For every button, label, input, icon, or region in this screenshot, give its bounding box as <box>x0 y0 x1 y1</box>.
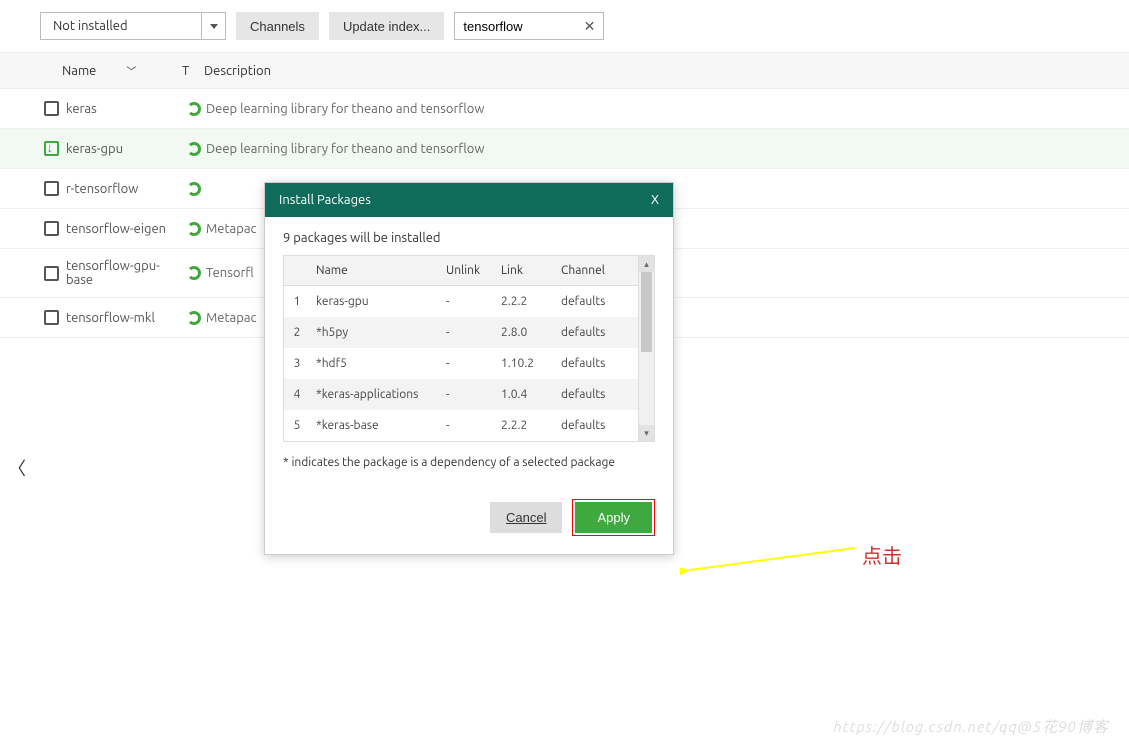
row-index: 3 <box>284 348 310 379</box>
scroll-down-icon[interactable]: ▾ <box>639 425 654 441</box>
col-name: Name <box>310 256 440 286</box>
install-packages-dialog: Install Packages X 9 packages will be in… <box>264 182 674 555</box>
header-description[interactable]: Description <box>204 64 1089 78</box>
row-name: *keras-base <box>310 410 440 441</box>
collapse-chevron-icon[interactable]: 〈 <box>8 455 26 481</box>
dialog-body: 9 packages will be installed Name Unlink… <box>265 217 673 554</box>
package-description: Deep learning library for theano and ten… <box>206 142 1089 156</box>
scroll-up-icon[interactable]: ▴ <box>639 256 654 272</box>
header-name[interactable]: Name ﹀ <box>62 63 182 78</box>
loading-spinner-icon <box>182 266 206 280</box>
channels-button[interactable]: Channels <box>236 12 319 40</box>
loading-spinner-icon <box>182 182 206 196</box>
row-unlink: - <box>440 379 495 410</box>
col-index <box>284 256 310 286</box>
package-name: keras-gpu <box>62 142 182 156</box>
row-index: 1 <box>284 286 310 318</box>
dialog-buttons: Cancel Apply <box>283 499 655 536</box>
package-checkbox[interactable] <box>40 101 62 116</box>
package-checkbox[interactable] <box>40 181 62 196</box>
dialog-table-row[interactable]: 4*keras-applications-1.0.4defaults <box>284 379 654 410</box>
row-link: 1.0.4 <box>495 379 555 410</box>
package-checkbox[interactable] <box>40 221 62 236</box>
filter-label: Not installed <box>41 19 201 33</box>
sort-chevron-icon[interactable]: ﹀ <box>126 63 136 78</box>
dependency-note: * indicates the package is a dependency … <box>283 456 655 469</box>
apply-button[interactable]: Apply <box>575 502 652 533</box>
row-name: *hdf5 <box>310 348 440 379</box>
package-row[interactable]: keras Deep learning library for theano an… <box>0 89 1129 129</box>
col-unlink: Unlink <box>440 256 495 286</box>
package-name: tensorflow-eigen <box>62 222 182 236</box>
dialog-table-row[interactable]: 2*h5py-2.8.0defaults <box>284 317 654 348</box>
clear-icon[interactable]: ✕ <box>584 18 596 35</box>
header-name-label: Name <box>62 64 96 78</box>
row-index: 4 <box>284 379 310 410</box>
row-name: *h5py <box>310 317 440 348</box>
col-link: Link <box>495 256 555 286</box>
row-name: keras-gpu <box>310 286 440 318</box>
package-name: tensorflow-mkl <box>62 311 182 325</box>
search-box[interactable]: ✕ <box>454 12 604 40</box>
row-unlink: - <box>440 317 495 348</box>
package-name: r-tensorflow <box>62 182 182 196</box>
cancel-button[interactable]: Cancel <box>490 502 562 533</box>
row-unlink: - <box>440 348 495 379</box>
package-row[interactable]: keras-gpu Deep learning library for thean… <box>0 129 1129 169</box>
row-unlink: - <box>440 286 495 318</box>
dialog-table: Name Unlink Link Channel 1keras-gpu-2.2.… <box>284 256 654 441</box>
row-link: 1.10.2 <box>495 348 555 379</box>
filter-dropdown[interactable]: Not installed <box>40 12 226 40</box>
dialog-table-row[interactable]: 3*hdf5-1.10.2defaults <box>284 348 654 379</box>
loading-spinner-icon <box>182 102 206 116</box>
row-link: 2.2.2 <box>495 286 555 318</box>
row-name: *keras-applications <box>310 379 440 410</box>
dialog-table-row[interactable]: 5*keras-base-2.2.2defaults <box>284 410 654 441</box>
package-checkbox[interactable] <box>40 310 62 325</box>
annotation-text: 点击 <box>862 540 902 569</box>
dialog-titlebar: Install Packages X <box>265 183 673 217</box>
loading-spinner-icon <box>182 222 206 236</box>
package-description: Deep learning library for theano and ten… <box>206 102 1089 116</box>
dialog-close-button[interactable]: X <box>651 193 659 207</box>
row-link: 2.2.2 <box>495 410 555 441</box>
package-name: tensorflow-gpu-base <box>62 259 182 287</box>
row-link: 2.8.0 <box>495 317 555 348</box>
chevron-down-icon[interactable] <box>201 13 225 39</box>
dialog-table-header-row: Name Unlink Link Channel <box>284 256 654 286</box>
row-unlink: - <box>440 410 495 441</box>
package-checkbox[interactable] <box>40 141 62 156</box>
header-t[interactable]: T <box>182 64 204 78</box>
loading-spinner-icon <box>182 142 206 156</box>
package-checkbox[interactable] <box>40 266 62 281</box>
search-input[interactable] <box>463 19 573 34</box>
watermark: https://blog.csdn.net/qq@5花90博客 <box>833 716 1109 737</box>
apply-highlight: Apply <box>572 499 655 536</box>
loading-spinner-icon <box>182 311 206 325</box>
package-list-header: Name ﹀ T Description <box>0 52 1129 89</box>
update-index-button[interactable]: Update index... <box>329 12 444 40</box>
dialog-table-row[interactable]: 1keras-gpu-2.2.2defaults <box>284 286 654 318</box>
row-index: 5 <box>284 410 310 441</box>
scroll-thumb[interactable] <box>641 272 652 352</box>
package-name: keras <box>62 102 182 116</box>
annotation-arrow-icon <box>680 540 860 580</box>
dialog-title: Install Packages <box>279 193 371 207</box>
toolbar: Not installed Channels Update index... ✕ <box>0 0 1129 52</box>
dialog-scrollbar[interactable]: ▴ ▾ <box>638 256 654 441</box>
row-index: 2 <box>284 317 310 348</box>
dialog-message: 9 packages will be installed <box>283 231 655 245</box>
dialog-table-wrap: Name Unlink Link Channel 1keras-gpu-2.2.… <box>283 255 655 442</box>
